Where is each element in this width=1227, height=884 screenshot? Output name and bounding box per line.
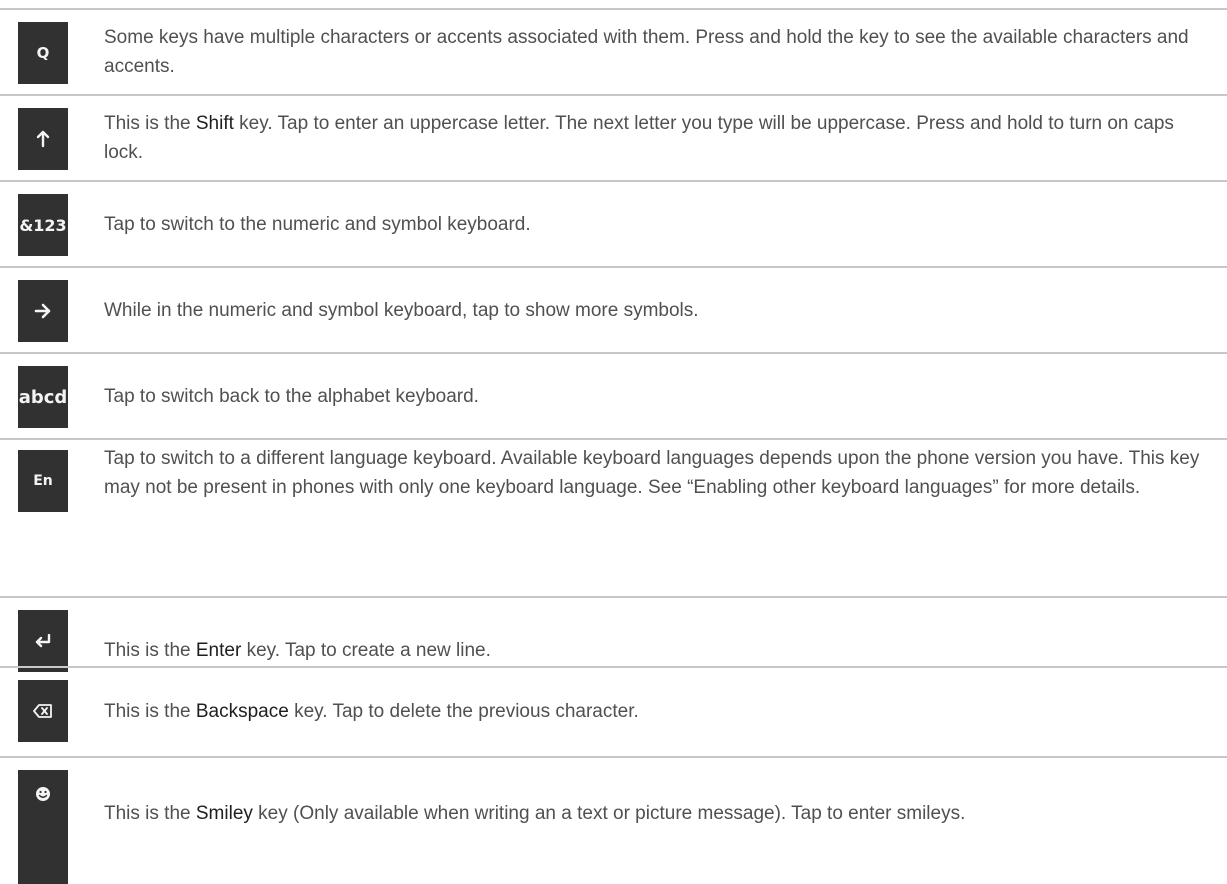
description-text: While in the numeric and symbol keyboard… xyxy=(104,299,699,321)
row-description: While in the numeric and symbol keyboard… xyxy=(104,274,1209,346)
backspace-icon xyxy=(18,680,68,742)
table-row-backspace-key: This is the Backspace key. Tap to delete… xyxy=(0,666,1227,756)
row-description: This is the Smiley key (Only available w… xyxy=(104,778,1209,848)
description-text: key. Tap to delete the previous characte… xyxy=(288,700,639,722)
row-description: Tap to switch to a different language ke… xyxy=(104,442,1209,592)
row-description: This is the Shift key. Tap to enter an u… xyxy=(104,102,1209,174)
table-row-language-key: En Tap to switch to a different language… xyxy=(0,438,1227,596)
table-row-alphabet-key: abcd Tap to switch back to the alphabet … xyxy=(0,352,1227,438)
description-text: This is the xyxy=(104,639,196,661)
row-description: Tap to switch back to the alphabet keybo… xyxy=(104,360,1209,432)
description-text: Some keys have multiple characters or ac… xyxy=(104,27,1189,77)
key-name-backspace: Backspace xyxy=(195,700,289,722)
description-text: This is the xyxy=(104,802,196,824)
description-text: key. Tap to create a new line. xyxy=(241,639,491,661)
description-text: key. Tap to enter an uppercase letter. T… xyxy=(104,113,1174,163)
enter-return-icon xyxy=(18,610,68,672)
alphabet-key-icon: abcd xyxy=(18,366,68,428)
q-key-icon: Q xyxy=(18,22,68,84)
table-row-shift-key: This is the Shift key. Tap to enter an u… xyxy=(0,94,1227,180)
table-row-enter-key: This is the Enter key. Tap to create a n… xyxy=(0,596,1227,672)
key-name-enter: Enter xyxy=(195,639,242,661)
numeric-symbol-key-icon: &123 xyxy=(18,194,68,256)
description-text: Tap to switch to a different language ke… xyxy=(104,448,1200,498)
row-description: Tap to switch to the numeric and symbol … xyxy=(104,188,1209,260)
row-description: Some keys have multiple characters or ac… xyxy=(104,16,1209,88)
row-description: This is the Backspace key. Tap to delete… xyxy=(104,676,1209,746)
description-text: This is the xyxy=(104,113,196,134)
table-row-more-symbols-key: While in the numeric and symbol keyboard… xyxy=(0,266,1227,352)
description-text: This is the xyxy=(104,700,196,722)
table-row-numeric-key: &123 Tap to switch to the numeric and sy… xyxy=(0,180,1227,266)
language-key-icon: En xyxy=(18,450,68,512)
description-text: Tap to switch back to the alphabet keybo… xyxy=(104,385,479,407)
arrow-right-icon xyxy=(18,280,68,342)
table-row-smiley-key: This is the Smiley key (Only available w… xyxy=(0,756,1227,884)
table-row-q-key: Q Some keys have multiple characters or … xyxy=(0,8,1227,94)
key-name-smiley: Smiley xyxy=(195,802,253,824)
key-name-shift: Shift xyxy=(195,113,234,134)
shift-arrow-up-icon xyxy=(18,108,68,170)
description-text: key (Only available when writing an a te… xyxy=(252,802,966,824)
description-text: Tap to switch to the numeric and symbol … xyxy=(104,213,531,235)
smiley-icon xyxy=(18,770,68,884)
